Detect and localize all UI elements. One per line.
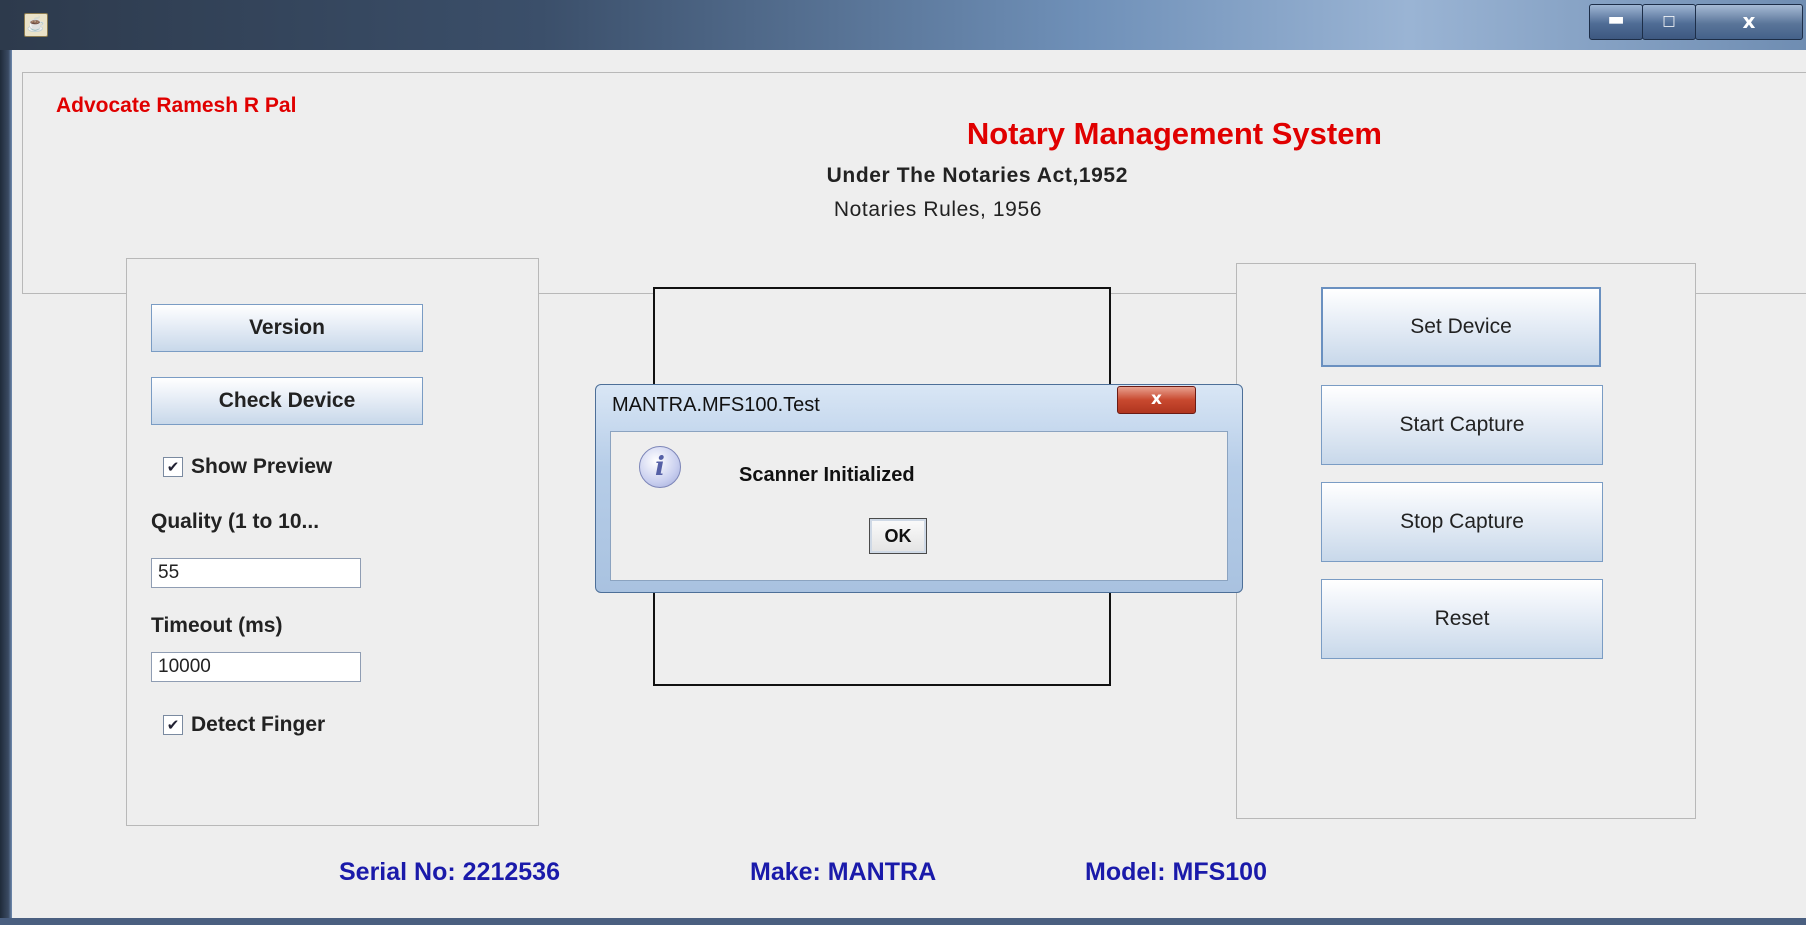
minimize-button[interactable]: ▬ xyxy=(1589,4,1643,40)
right-actions-panel: Set Device Start Capture Stop Capture Re… xyxy=(1236,263,1696,819)
left-settings-panel: Version Check Device ✔ Show Preview Qual… xyxy=(126,258,539,826)
ok-button[interactable]: OK xyxy=(869,518,927,554)
device-make: Make: MANTRA xyxy=(750,858,937,886)
window-title-bar[interactable]: ☕ ▬ □ x xyxy=(0,0,1806,50)
checkbox-check-icon[interactable]: ✔ xyxy=(163,715,183,735)
detect-finger-checkbox[interactable]: ✔ Detect Finger xyxy=(163,713,325,737)
quality-label: Quality (1 to 10... xyxy=(151,510,320,533)
java-cup-icon[interactable]: ☕ xyxy=(24,13,48,37)
set-device-button[interactable]: Set Device xyxy=(1321,287,1601,367)
version-button[interactable]: Version xyxy=(151,304,423,352)
show-preview-checkbox[interactable]: ✔ Show Preview xyxy=(163,455,332,479)
timeout-input[interactable]: 10000 xyxy=(151,652,361,682)
dialog-title: MANTRA.MFS100.Test xyxy=(612,394,820,416)
show-preview-label: Show Preview xyxy=(191,455,333,478)
act-subtitle: Under The Notaries Act,1952 xyxy=(826,164,1128,187)
dialog-message: Scanner Initialized xyxy=(739,464,915,486)
info-dialog: MANTRA.MFS100.Test x i Scanner Initializ… xyxy=(595,384,1243,593)
serial-number: Serial No: 2212536 xyxy=(339,858,560,886)
checkbox-check-icon[interactable]: ✔ xyxy=(163,457,183,477)
check-device-button[interactable]: Check Device xyxy=(151,377,423,425)
timeout-label: Timeout (ms) xyxy=(151,614,283,637)
maximize-button[interactable]: □ xyxy=(1642,4,1696,40)
dialog-body: i Scanner Initialized OK xyxy=(610,431,1228,581)
info-icon: i xyxy=(639,446,681,488)
app-title: Notary Management System xyxy=(966,116,1382,151)
reset-button[interactable]: Reset xyxy=(1321,579,1603,659)
close-window-button[interactable]: x xyxy=(1695,4,1803,40)
rules-subtitle: Notaries Rules, 1956 xyxy=(833,198,1042,221)
start-capture-button[interactable]: Start Capture xyxy=(1321,385,1603,465)
window-left-border xyxy=(0,50,12,925)
device-model: Model: MFS100 xyxy=(1085,858,1267,886)
detect-finger-label: Detect Finger xyxy=(191,713,326,736)
advocate-name: Advocate Ramesh R Pal xyxy=(56,94,297,117)
quality-input[interactable]: 55 xyxy=(151,558,361,588)
stop-capture-button[interactable]: Stop Capture xyxy=(1321,482,1603,562)
window-bottom-border xyxy=(0,918,1806,925)
dialog-close-button[interactable]: x xyxy=(1117,386,1196,414)
